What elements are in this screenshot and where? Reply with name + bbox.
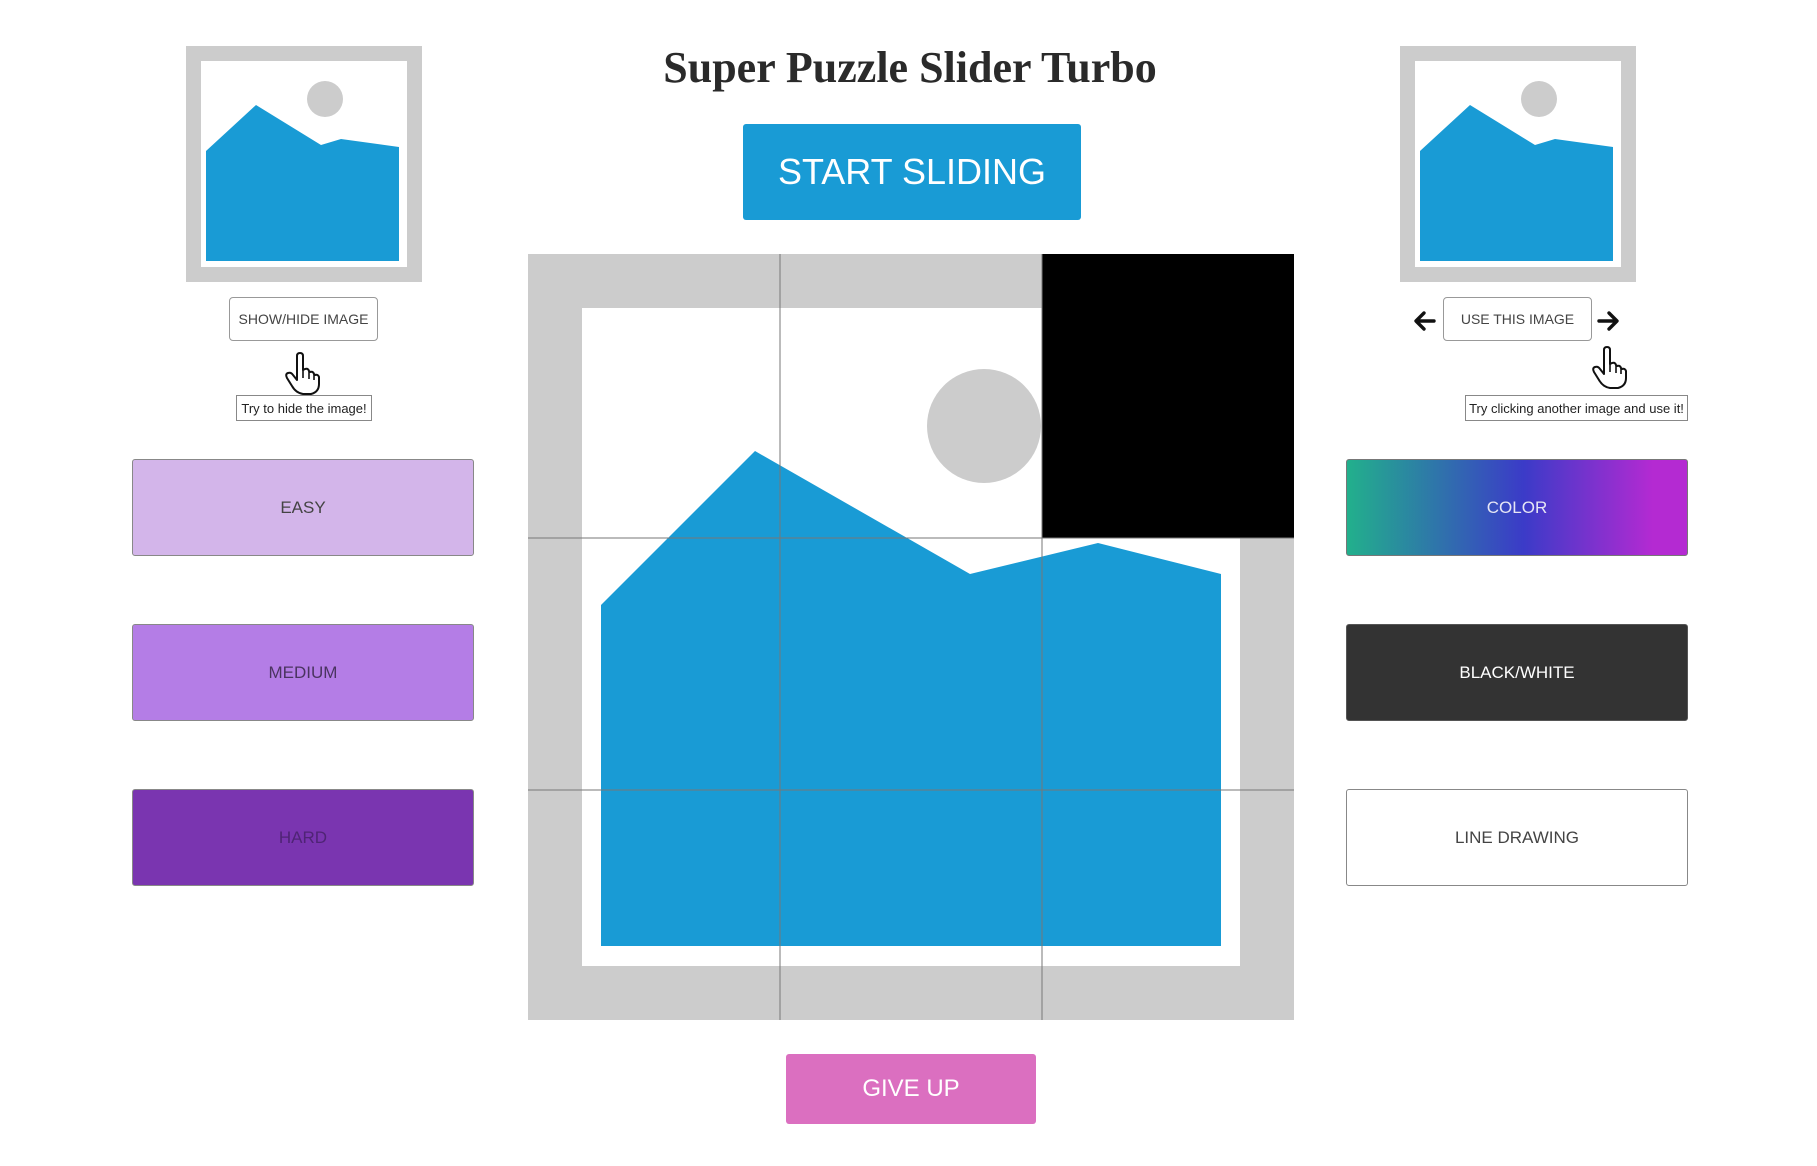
easy-button[interactable]: EASY — [132, 459, 474, 556]
pointer-hand-icon — [1592, 346, 1627, 389]
pointer-hand-icon — [285, 352, 320, 395]
medium-button[interactable]: MEDIUM — [132, 624, 474, 721]
image-placeholder-icon — [206, 81, 399, 261]
line-drawing-mode-button[interactable]: LINE DRAWING — [1346, 789, 1688, 886]
show-hide-image-button[interactable]: SHOW/HIDE IMAGE — [229, 297, 378, 341]
preview-image-right[interactable] — [1400, 46, 1636, 282]
use-this-image-button[interactable]: USE THIS IMAGE — [1443, 297, 1592, 341]
black-white-mode-button[interactable]: BLACK/WHITE — [1346, 624, 1688, 721]
empty-tile — [1042, 254, 1294, 538]
page-title: Super Puzzle Slider Turbo — [663, 43, 1157, 92]
preview-image-left — [186, 46, 422, 282]
arrow-left-icon[interactable] — [1413, 309, 1437, 333]
hide-image-tooltip: Try to hide the image! — [236, 395, 372, 421]
give-up-button[interactable]: GIVE UP — [786, 1054, 1036, 1124]
hard-button[interactable]: HARD — [132, 789, 474, 886]
image-placeholder-icon — [1420, 81, 1613, 261]
arrow-right-icon[interactable] — [1596, 309, 1620, 333]
puzzle-board[interactable] — [528, 254, 1294, 1020]
color-mode-button[interactable]: COLOR — [1346, 459, 1688, 556]
start-sliding-button[interactable]: START SLIDING — [743, 124, 1081, 220]
use-image-tooltip: Try clicking another image and use it! — [1465, 395, 1688, 421]
